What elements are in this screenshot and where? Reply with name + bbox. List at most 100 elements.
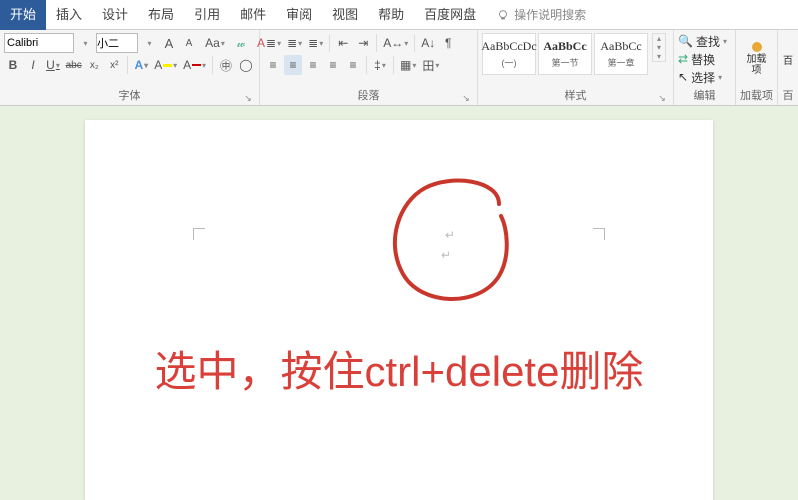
highlight-button[interactable]: A (152, 55, 179, 75)
line-spacing-button[interactable]: ‡ (371, 55, 389, 75)
separator (127, 56, 128, 74)
numbering-button[interactable]: ≣ (285, 33, 304, 53)
style-name: 第一章 (607, 56, 634, 69)
multilevel-list-button[interactable]: ≣ (306, 33, 325, 53)
italic-button[interactable]: I (24, 55, 42, 75)
tab-help[interactable]: 帮助 (368, 0, 414, 30)
separator (414, 34, 415, 52)
addins-icon (752, 42, 762, 52)
replace-button[interactable]: ⇄ 替换 (678, 51, 731, 67)
find-dropdown-arrow: ▾ (723, 37, 727, 46)
lightbulb-icon (496, 8, 510, 22)
group-editing: 🔍 查找 ▾ ⇄ 替换 ↖ 选择 ▾ 编辑 (674, 30, 736, 105)
group-font: A A Aa 𝓌 A B I U abc x₂ x² A A A ㊥ (0, 30, 260, 105)
separator (212, 56, 213, 74)
enclosed-char-button[interactable]: ㊥ (217, 55, 235, 75)
style-name: (一) (502, 56, 517, 69)
separator (329, 34, 330, 52)
select-button[interactable]: ↖ 选择 ▾ (678, 69, 731, 85)
find-button[interactable]: 🔍 查找 ▾ (678, 33, 731, 49)
gallery-up-button[interactable]: ▴ (653, 34, 665, 43)
separator (393, 56, 394, 74)
tab-view[interactable]: 视图 (322, 0, 368, 30)
paragraph-dialog-launcher[interactable]: ↘ (461, 93, 471, 103)
font-name-dropdown[interactable] (76, 33, 94, 53)
increase-indent-button[interactable]: ⇥ (354, 33, 372, 53)
tab-home[interactable]: 开始 (0, 0, 46, 30)
style-item-2[interactable]: AaBbCc 第一节 (538, 33, 592, 75)
show-marks-button[interactable]: ¶ (439, 33, 457, 53)
text-effects-button[interactable]: A (132, 55, 150, 75)
font-size-input[interactable] (96, 33, 138, 53)
font-size-dropdown[interactable] (140, 33, 158, 53)
workspace: ↵ ↵ 选中，按住ctrl+delete删除 (0, 106, 798, 500)
sort-button[interactable]: A↓ (419, 33, 437, 53)
search-icon: 🔍 (678, 34, 693, 48)
partial-button[interactable]: 百 (782, 33, 794, 85)
tab-baidu-netdisk[interactable]: 百度网盘 (414, 0, 486, 30)
phonetic-guide-button[interactable]: 𝓌 (232, 33, 250, 53)
tab-insert[interactable]: 插入 (46, 0, 92, 30)
change-case-button[interactable]: Aa (206, 33, 224, 53)
group-styles: AaBbCcDc (一) AaBbCc 第一节 AaBbCc 第一章 ▴ ▾ ▾… (478, 30, 674, 105)
group-partial: 百 百 (778, 30, 798, 105)
separator (376, 34, 377, 52)
group-label-paragraph: 段落 ↘ (264, 85, 473, 105)
align-center-button[interactable]: ≡ (284, 55, 302, 75)
style-gallery: AaBbCcDc (一) AaBbCc 第一节 AaBbCc 第一章 (482, 33, 648, 75)
addins-button[interactable]: 加载项 (740, 33, 773, 85)
shrink-font-button[interactable]: A (180, 33, 198, 53)
gallery-down-button[interactable]: ▾ (653, 43, 665, 52)
paragraph-mark: ↵ (445, 228, 455, 242)
font-color-button[interactable]: A (181, 55, 208, 75)
shading-button[interactable]: ▦ (398, 55, 418, 75)
style-preview: AaBbCcDc (481, 39, 536, 54)
replace-icon: ⇄ (678, 52, 688, 66)
style-preview: AaBbCc (600, 39, 641, 54)
ribbon: A A Aa 𝓌 A B I U abc x₂ x² A A A ㊥ (0, 30, 798, 106)
tab-references[interactable]: 引用 (184, 0, 230, 30)
underline-button[interactable]: U (44, 55, 62, 75)
addins-label: 加载项 (744, 54, 769, 76)
decrease-indent-button[interactable]: ⇤ (334, 33, 352, 53)
highlight-swatch (163, 64, 172, 67)
tab-design[interactable]: 设计 (92, 0, 138, 30)
document-page[interactable]: ↵ ↵ 选中，按住ctrl+delete删除 (85, 120, 713, 500)
font-dialog-launcher[interactable]: ↘ (243, 93, 253, 103)
borders-button[interactable]: 田 (420, 55, 441, 75)
group-label-addins: 加载项 (740, 85, 773, 105)
tab-layout[interactable]: 布局 (138, 0, 184, 30)
style-item-1[interactable]: AaBbCcDc (一) (482, 33, 536, 75)
group-label-partial: 百 (782, 85, 794, 105)
style-name: 第一节 (551, 56, 578, 69)
distributed-button[interactable]: ≡ (344, 55, 362, 75)
tell-me-search[interactable]: 操作说明搜索 (486, 6, 596, 23)
font-name-input[interactable] (4, 33, 74, 53)
find-label: 查找 (696, 33, 720, 50)
strikethrough-button[interactable]: abc (64, 55, 83, 75)
tab-review[interactable]: 审阅 (276, 0, 322, 30)
text-direction-button[interactable]: A↔ (381, 33, 410, 53)
align-left-button[interactable]: ≡ (264, 55, 282, 75)
superscript-button[interactable]: x² (105, 55, 123, 75)
annotation-text: 选中，按住ctrl+delete删除 (85, 338, 713, 399)
bold-button[interactable]: B (4, 55, 22, 75)
character-border-button[interactable]: ◯ (237, 55, 255, 75)
tab-mailings[interactable]: 邮件 (230, 0, 276, 30)
separator (366, 56, 367, 74)
align-justify-button[interactable]: ≡ (324, 55, 342, 75)
group-addins: 加载项 加载项 (736, 30, 778, 105)
group-label-font: 字体 ↘ (4, 85, 255, 105)
style-preview: AaBbCc (543, 39, 586, 54)
grow-font-button[interactable]: A (160, 33, 178, 53)
margin-mark-top-right (593, 228, 605, 240)
style-item-3[interactable]: AaBbCc 第一章 (594, 33, 648, 75)
styles-dialog-launcher[interactable]: ↘ (657, 93, 667, 103)
bullets-button[interactable]: ≣ (264, 33, 283, 53)
align-right-button[interactable]: ≡ (304, 55, 322, 75)
gallery-more-button[interactable]: ▾ (653, 52, 665, 61)
subscript-button[interactable]: x₂ (85, 55, 103, 75)
menu-bar: 开始 插入 设计 布局 引用 邮件 审阅 视图 帮助 百度网盘 操作说明搜索 (0, 0, 798, 30)
group-paragraph: ≣ ≣ ≣ ⇤ ⇥ A↔ A↓ ¶ ≡ ≡ ≡ ≡ ≡ ‡ (260, 30, 478, 105)
tell-me-placeholder: 操作说明搜索 (514, 6, 586, 23)
